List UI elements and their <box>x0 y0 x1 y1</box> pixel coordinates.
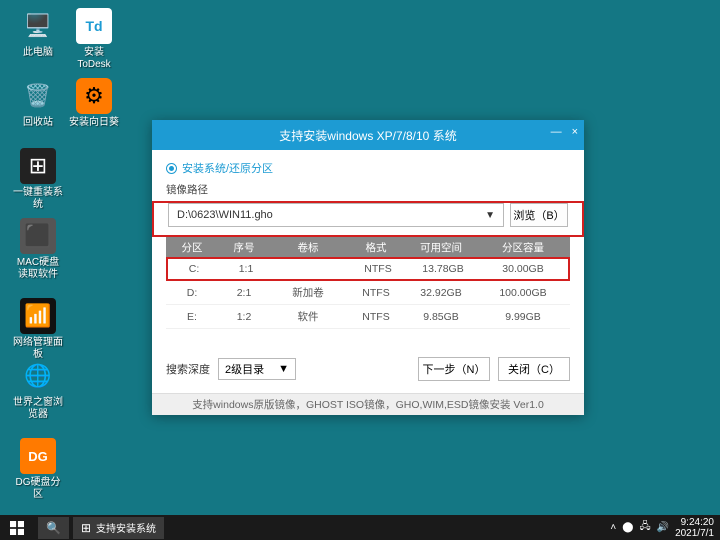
image-path-select[interactable]: D:\0623\WIN11.gho ▼ <box>168 203 504 227</box>
start-button[interactable] <box>0 515 34 540</box>
clock[interactable]: 9:24:20 2021/7/1 <box>675 517 714 539</box>
radio-install[interactable]: 安装系统/还原分区 <box>166 160 273 176</box>
path-value: D:\0623\WIN11.gho <box>177 209 273 221</box>
close-button[interactable]: × <box>572 126 578 138</box>
taskbar-item-installer[interactable]: ⊞支持安装系统 <box>73 517 164 539</box>
path-label: 镜像路径 <box>152 182 584 201</box>
table-row[interactable]: E: 1:2 软件 NTFS 9.85GB 9.99GB <box>166 305 570 329</box>
dialog-footer: 搜索深度 2级目录 ▼ 下一步（N） 关闭（C） <box>152 329 584 393</box>
desktop-icon-sunflower[interactable]: ⚙安装向日葵 <box>68 78 120 129</box>
chevron-down-icon: ▼ <box>278 363 289 375</box>
window-title: 支持安装windows XP/7/8/10 系统 <box>279 127 456 144</box>
path-row: D:\0623\WIN11.gho ▼ 浏览（B） <box>152 201 584 237</box>
status-bar: 支持windows原版镜像，GHOST ISO镜像，GHO,WIM,ESD镜像安… <box>152 393 584 415</box>
titlebar[interactable]: 支持安装windows XP/7/8/10 系统 — × <box>152 120 584 150</box>
browse-button[interactable]: 浏览（B） <box>510 203 568 227</box>
desktop-icon-network[interactable]: 📶网络管理面板 <box>12 298 64 361</box>
desktop-icon-todesk[interactable]: Td安装ToDesk <box>68 8 120 71</box>
desktop-icon-mac-disk[interactable]: ⬛MAC硬盘读取软件 <box>12 218 64 281</box>
table-header: 分区 序号 卷标 格式 可用空间 分区容量 <box>166 237 570 257</box>
mode-radios: 安装系统/还原分区 备份系统/GHO,WIN,ESD <box>152 150 584 182</box>
app-icon: ⊞ <box>81 521 91 535</box>
desktop-icon-this-pc[interactable]: 🖥️此电脑 <box>12 8 64 59</box>
tray-icon[interactable]: ⬤ <box>622 522 633 533</box>
radio-dot-icon <box>291 163 302 174</box>
radio-backup[interactable]: 备份系统/GHO,WIN,ESD <box>291 160 429 176</box>
volume-icon[interactable]: 🔊 <box>657 522 669 533</box>
partition-table: 分区 序号 卷标 格式 可用空间 分区容量 C: 1:1 NTFS 13.78G… <box>166 237 570 329</box>
table-row[interactable]: D: 2:1 新加卷 NTFS 32.92GB 100.00GB <box>166 281 570 305</box>
search-depth-label: 搜索深度 <box>166 361 210 377</box>
search-depth-select[interactable]: 2级目录 ▼ <box>218 358 296 380</box>
taskbar: 🔍 ⊞支持安装系统 ˄ ⬤ 🖧 🔊 9:24:20 2021/7/1 <box>0 515 720 540</box>
desktop-icon-reinstall[interactable]: ⊞一键重装系统 <box>12 148 64 211</box>
radio-dot-icon <box>166 163 177 174</box>
next-button[interactable]: 下一步（N） <box>418 357 490 381</box>
installer-dialog: 支持安装windows XP/7/8/10 系统 — × 安装系统/还原分区 备… <box>152 120 584 415</box>
desktop-icon-dg[interactable]: DGDG硬盘分区 <box>12 438 64 501</box>
tray-up-icon[interactable]: ˄ <box>610 522 616 533</box>
table-row[interactable]: C: 1:1 NTFS 13.78GB 30.00GB <box>166 257 570 281</box>
chevron-down-icon: ▼ <box>485 210 495 221</box>
system-tray: ˄ ⬤ 🖧 🔊 9:24:20 2021/7/1 <box>610 517 720 539</box>
taskbar-item-search[interactable]: 🔍 <box>38 517 69 539</box>
network-icon[interactable]: 🖧 <box>639 519 650 536</box>
desktop-icon-recycle[interactable]: 🗑️回收站 <box>12 78 64 129</box>
close-dialog-button[interactable]: 关闭（C） <box>498 357 570 381</box>
minimize-button[interactable]: — <box>551 126 562 138</box>
search-icon: 🔍 <box>46 521 61 535</box>
desktop-icon-browser[interactable]: 🌐世界之窗浏览器 <box>12 358 64 421</box>
